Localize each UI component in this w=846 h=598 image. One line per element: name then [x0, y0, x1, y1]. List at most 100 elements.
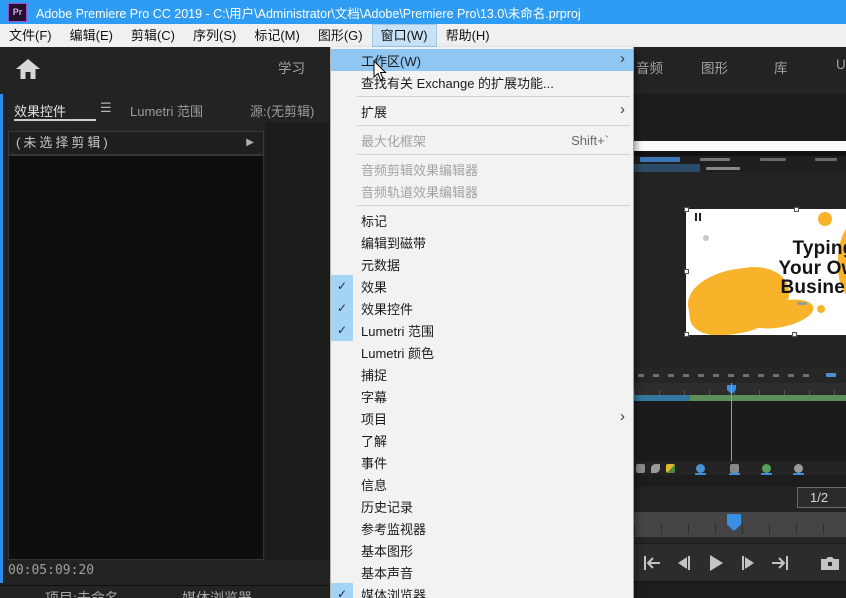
menu-item-label: 工作区(W) [361, 53, 421, 69]
check-gutter [331, 363, 353, 385]
menubar-item-8[interactable]: 帮助(H) [437, 24, 499, 47]
menu-separator [331, 151, 633, 158]
linked-selection-icon[interactable] [696, 464, 705, 473]
playhead-timecode[interactable]: 00:05:09:20 [8, 563, 94, 578]
selection-handle[interactable] [684, 332, 689, 337]
play-button[interactable] [700, 551, 732, 575]
playback-resolution-dropdown[interactable]: 1/2 [797, 487, 846, 508]
bottom-tab-1[interactable]: 项目:未命名 [45, 588, 119, 598]
window-menu-item-24[interactable]: 历史记录 [331, 495, 633, 517]
window-menu-item-11[interactable]: 标记 [331, 209, 633, 231]
menu-item-label: Lumetri 范围 [361, 323, 434, 339]
nest-toggle-icon[interactable] [636, 464, 645, 473]
submenu-arrow-icon: › [620, 50, 625, 67]
video-title-line: Business [780, 277, 846, 298]
playhead-line[interactable] [731, 383, 732, 461]
menubar-item-1[interactable]: 文件(F) [0, 24, 61, 47]
window-menu-item-25[interactable]: 参考监视器 [331, 517, 633, 539]
panel-tab-1[interactable]: 效果控件 [14, 101, 66, 120]
effect-controls-timeline-lane [265, 122, 330, 560]
menu-item-label: 事件 [361, 455, 388, 471]
submenu-arrow-icon: › [620, 408, 625, 425]
sequence-tab-row [634, 156, 846, 164]
panel-menu-icon[interactable]: ☰ [100, 100, 112, 116]
program-monitor-upper-area [634, 94, 846, 141]
window-menu-item-4[interactable]: 扩展 › [331, 100, 633, 122]
menubar-item-3[interactable]: 剪辑(C) [122, 24, 184, 47]
settings-wrench-icon[interactable] [762, 464, 771, 473]
window-menu-item-6[interactable]: 最大化框架 Shift+` [331, 129, 633, 151]
menu-item-label: 标记 [361, 213, 388, 229]
window-menu-item-22[interactable]: 事件 [331, 451, 633, 473]
selected-graphic-clip[interactable]: TypingYour OwnBusiness [686, 209, 846, 335]
premiere-window: Pr Adobe Premiere Pro CC 2019 - C:\用户\Ad… [0, 0, 846, 598]
selection-handle[interactable] [684, 207, 689, 212]
window-menu-item-20[interactable]: 项目 › [331, 407, 633, 429]
step-forward-button[interactable] [732, 551, 764, 575]
window-menu-item-12[interactable]: 编辑到磁带 [331, 231, 633, 253]
snap-icon[interactable] [651, 464, 660, 473]
menubar-item-7[interactable]: 窗口(W) [371, 24, 437, 47]
home-button[interactable] [14, 56, 44, 82]
window-menu-item-15[interactable]: ✓ 效果控件 [331, 297, 633, 319]
window-menu-item-28[interactable]: ✓ 媒体浏览器 [331, 583, 633, 598]
yellow-circle [818, 212, 832, 226]
window-menu-item-26[interactable]: 基本图形 [331, 539, 633, 561]
menu-item-label: 扩展 [361, 104, 388, 120]
menu-item-label: 参考监视器 [361, 521, 427, 537]
menu-item-label: 了解 [361, 433, 388, 449]
workspace-tab-1[interactable]: 学习 [278, 57, 305, 77]
home-icon [16, 59, 40, 79]
window-menu-item-17[interactable]: Lumetri 颜色 [331, 341, 633, 363]
window-menu-item-23[interactable]: 信息 [331, 473, 633, 495]
window-menu-item-21[interactable]: 了解 [331, 429, 633, 451]
selection-handle[interactable] [794, 207, 799, 212]
step-back-button[interactable] [668, 551, 700, 575]
monitor-time-ruler[interactable] [634, 512, 846, 537]
check-gutter [331, 180, 353, 202]
add-marker-icon[interactable] [730, 464, 739, 473]
export-frame-button[interactable] [814, 551, 846, 575]
window-menu-item-18[interactable]: 捕捉 [331, 363, 633, 385]
window-menu-item-27[interactable]: 基本声音 [331, 561, 633, 583]
window-menu-item-16[interactable]: ✓ Lumetri 范围 [331, 319, 633, 341]
window-menu-item-8[interactable]: 音频剪辑效果编辑器 [331, 158, 633, 180]
window-menu-item-19[interactable]: 字幕 [331, 385, 633, 407]
menubar-item-6[interactable]: 图形(G) [309, 24, 372, 47]
go-to-out-button[interactable] [764, 551, 796, 575]
panel-tab-2[interactable]: Lumetri 范围 [130, 101, 203, 120]
menu-separator [331, 93, 633, 100]
display-settings-icon[interactable] [794, 464, 803, 473]
menu-separator [331, 202, 633, 209]
selection-handle[interactable] [792, 332, 797, 337]
menu-item-label: 字幕 [361, 389, 388, 405]
go-to-in-button[interactable] [636, 551, 668, 575]
window-menu-item-14[interactable]: ✓ 效果 [331, 275, 633, 297]
panel-tab-3[interactable]: 源:(无剪辑) [250, 101, 314, 120]
window-menu-item-13[interactable]: 元数据 [331, 253, 633, 275]
sequence-tab-blur [640, 157, 680, 162]
selection-handle[interactable] [684, 269, 689, 274]
check-gutter [331, 517, 353, 539]
no-clip-selected-header[interactable]: (未选择剪辑) ▶ [8, 131, 264, 155]
workspace-tab-2[interactable]: 音频 [636, 57, 663, 77]
menubar-item-2[interactable]: 编辑(E) [61, 24, 122, 47]
window-menu-item-9[interactable]: 音频轨道效果编辑器 [331, 180, 633, 202]
program-monitor-video-area[interactable]: TypingYour OwnBusiness [634, 172, 846, 368]
timeline-tracks[interactable] [634, 401, 846, 462]
workspace-tab-3[interactable]: 图形 [701, 57, 728, 77]
menu-item-label: 音频剪辑效果编辑器 [361, 162, 479, 178]
bottom-tab-2[interactable]: 媒体浏览器 [182, 588, 252, 598]
magnet-icon[interactable] [666, 464, 675, 473]
expand-triangle-icon[interactable]: ▶ [246, 132, 254, 154]
workspace-tab-4[interactable]: 库 [774, 57, 788, 77]
white-strip [634, 141, 846, 151]
step-back-icon [678, 556, 690, 570]
menu-item-label: 项目 [361, 411, 388, 427]
workspace-tab-5[interactable]: Un [836, 57, 846, 72]
menubar-item-5[interactable]: 标记(M) [245, 24, 309, 47]
menu-item-label: 历史记录 [361, 499, 414, 515]
bottom-panel-tabs: 项目:未命名 媒体浏览器 [0, 585, 330, 598]
timeline-ruler[interactable] [634, 383, 846, 395]
menubar-item-4[interactable]: 序列(S) [184, 24, 245, 47]
